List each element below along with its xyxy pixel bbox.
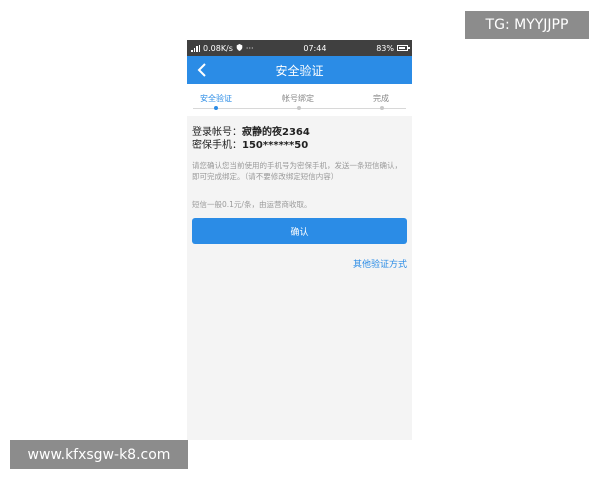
battery-level: 83% xyxy=(376,43,394,53)
step-security: 安全验证 xyxy=(200,94,232,103)
clock: 07:44 xyxy=(303,43,327,53)
nav-bar: 安全验证 xyxy=(187,56,412,84)
other-method-link[interactable]: 其他验证方式 xyxy=(192,257,407,270)
status-bar: 0.08K/s ··· 07:44 83% xyxy=(187,40,412,56)
phone-value: 150******50 xyxy=(242,140,309,151)
step-dot-security xyxy=(214,106,218,110)
step-dot-complete xyxy=(380,106,384,110)
step-account-binding: 帐号绑定 xyxy=(282,94,314,103)
page-title: 安全验证 xyxy=(275,63,324,78)
step-indicator: 安全验证 帐号绑定 完成 xyxy=(187,84,412,116)
shield-icon xyxy=(236,43,243,53)
sms-hint: 请您确认您当前使用的手机号为密保手机，发送一条短信确认，即可完成绑定。（请不要修… xyxy=(192,161,402,181)
account-row: 登录帐号：寂静的夜2364 xyxy=(192,126,407,139)
account-value: 寂静的夜2364 xyxy=(242,127,310,138)
phone-screen: 0.08K/s ··· 07:44 83% 安全验证 安全验证 帐号绑定 完成 … xyxy=(187,40,412,440)
signal-icon xyxy=(191,44,200,52)
verification-content: 登录帐号：寂静的夜2364 密保手机：150******50 请您确认您当前使用… xyxy=(187,116,412,270)
fee-note: 短信一般0.1元/条，由运营商收取。 xyxy=(192,200,312,209)
battery-icon xyxy=(397,45,410,51)
network-speed: 0.08K/s xyxy=(203,43,233,53)
more-indicator: ··· xyxy=(245,43,254,53)
chevron-left-icon[interactable] xyxy=(195,62,211,78)
step-complete: 完成 xyxy=(373,94,389,103)
confirm-button[interactable]: 确认 xyxy=(192,218,407,244)
account-label: 登录帐号： xyxy=(192,127,242,138)
phone-row: 密保手机：150******50 xyxy=(192,139,407,152)
tg-watermark: TG: MYYJJPP xyxy=(465,11,589,39)
phone-label: 密保手机： xyxy=(192,140,242,151)
site-watermark: www.kfxsgw-k8.com xyxy=(10,440,188,469)
step-dot-account-binding xyxy=(297,106,301,110)
